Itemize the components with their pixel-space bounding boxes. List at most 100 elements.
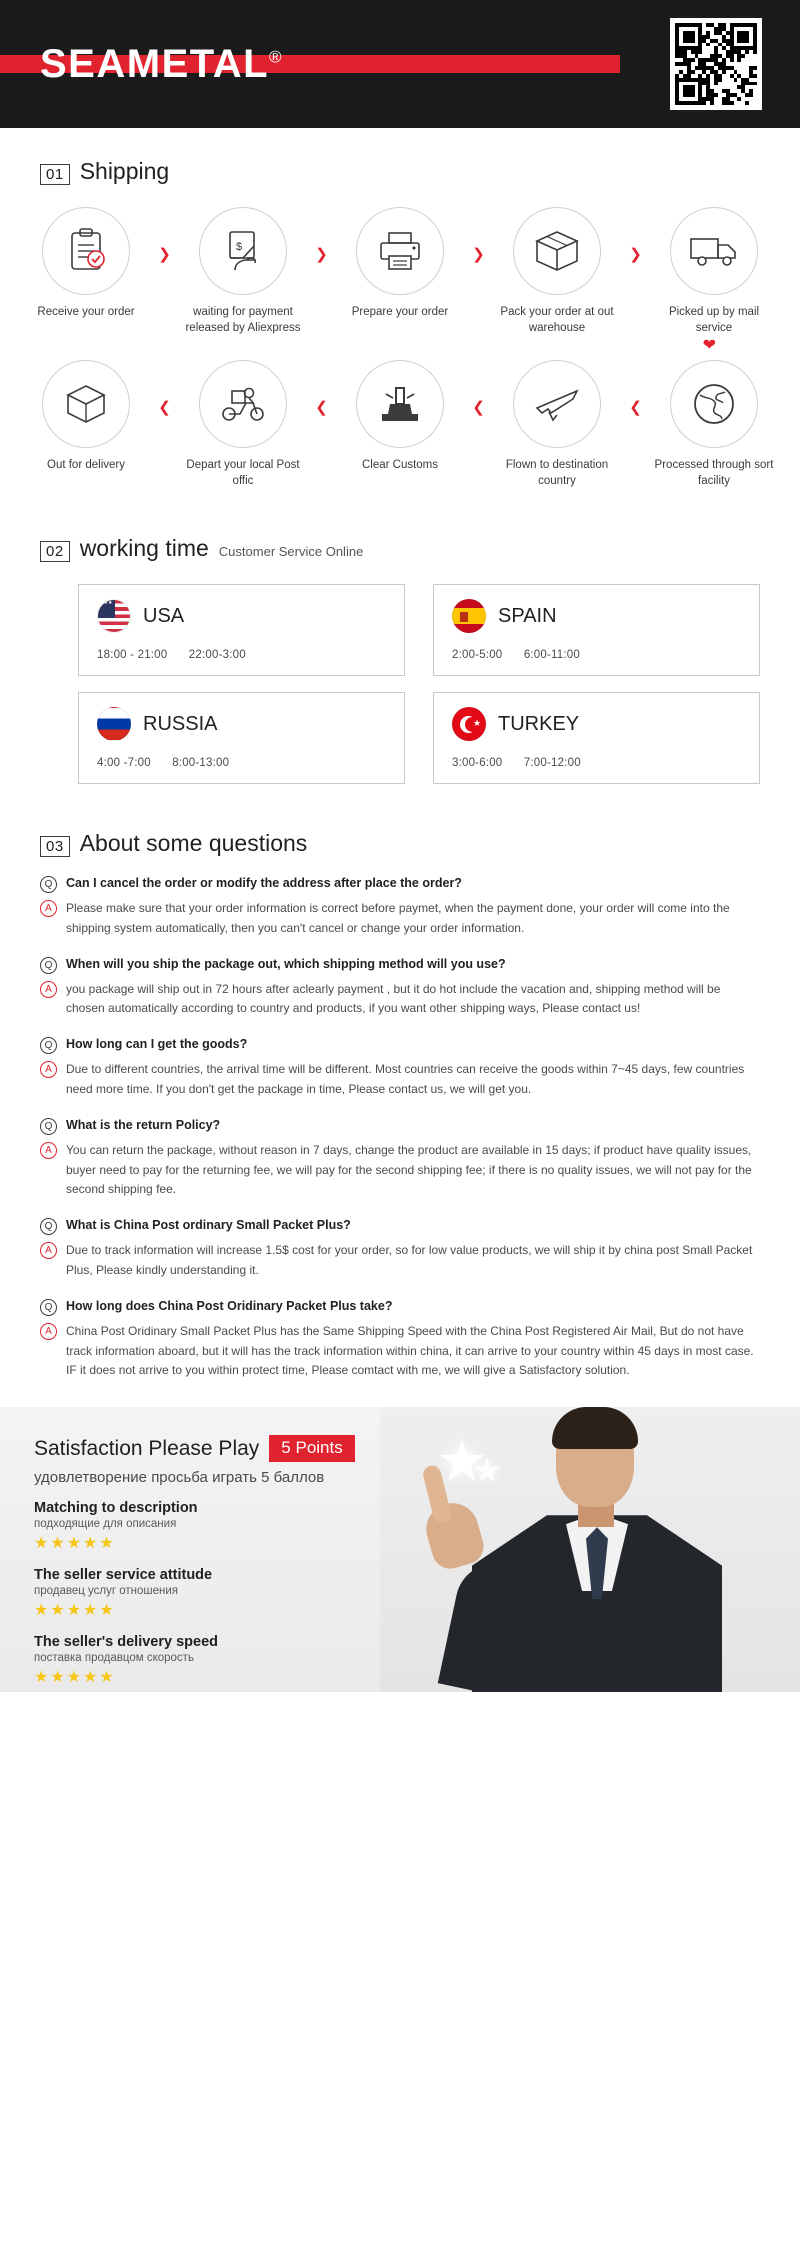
answer-badge: A — [40, 1061, 57, 1079]
star-rating: ★★★★★ — [34, 1602, 116, 1620]
shipping-step-label: Picked up by mail service — [668, 306, 760, 334]
time-slot-1: 2:00-5:00 — [452, 649, 503, 662]
working-time-grid: USA 18:00 - 21:00 22:00-3:00 SPAIN 2:00-… — [0, 562, 800, 785]
star-rating: ★★★★★ — [34, 1669, 116, 1687]
faq-answer-line: A Please make sure that your order infor… — [40, 899, 760, 939]
faq-answer-line: A China Post Oridinary Small Packet Plus… — [40, 1322, 760, 1381]
shipping-step-label: waiting for payment released by Aliexpre… — [185, 306, 301, 334]
shipping-step: Receive your order — [22, 207, 150, 321]
feedback-banner: ★ ★ Satisfaction Please Play 5 Points уд… — [0, 1407, 800, 1693]
feedback-title: Satisfaction Please Play — [34, 1436, 260, 1460]
faq-item: Q How long does China Post Oridinary Pac… — [40, 1298, 760, 1381]
section-number: 03 — [40, 836, 70, 858]
faq-list: Q Can I cancel the order or modify the a… — [0, 857, 800, 1381]
shipping-step-label: Depart your local Post offic — [186, 459, 300, 487]
shipping-step: Picked up by mail service — [650, 207, 778, 336]
flag-turkey-icon: ★ — [452, 707, 486, 742]
time-slot-1: 18:00 - 21:00 — [97, 649, 168, 662]
chevron-right-icon: ❯ — [158, 246, 171, 263]
scooter-delivery-icon — [199, 360, 287, 449]
time-slot-2: 7:00-12:00 — [523, 757, 581, 770]
rating-label-ru: поставка продавцом скорость — [34, 1652, 194, 1665]
faq-question: When will you ship the package out, whic… — [66, 956, 506, 971]
section-number: 02 — [40, 541, 70, 563]
section-number: 01 — [40, 164, 70, 185]
chevron-down-icon: ❤ — [702, 337, 716, 355]
question-badge: Q — [40, 1218, 57, 1236]
faq-answer-line: A Due to track information will increase… — [40, 1241, 760, 1281]
faq-question-line: Q When will you ship the package out, wh… — [40, 956, 760, 974]
faq-question: How long does China Post Oridinary Packe… — [66, 1298, 393, 1313]
faq-answer: Due to different countries, the arrival … — [66, 1062, 745, 1097]
shipping-step: Processed through sort facility — [650, 360, 778, 489]
chevron-left-icon: ❮ — [315, 399, 328, 417]
faq-answer-line: A Due to different countries, the arriva… — [40, 1060, 760, 1100]
time-slot-2: 6:00-11:00 — [523, 649, 580, 662]
chevron-left-icon: ❮ — [629, 399, 642, 417]
shipping-step-label: Out for delivery — [47, 459, 125, 472]
shipping-step: Depart your local Post offic — [179, 360, 307, 489]
faq-answer-line: A You can return the package, without re… — [40, 1141, 760, 1200]
faq-item: Q What is the return Policy? A You can r… — [40, 1117, 760, 1200]
shipping-steps: Receive your order ❯ $ waiting for payme… — [0, 185, 800, 489]
country-name: USA — [143, 604, 185, 627]
section-subtitle: Customer Service Online — [218, 544, 364, 560]
shipping-step: $ waiting for payment released by Aliexp… — [179, 207, 307, 336]
qr-code-pattern — [675, 23, 757, 105]
answer-badge: A — [40, 980, 57, 998]
salesman-photo: ★ ★ — [380, 1407, 800, 1693]
printer-icon — [356, 207, 444, 295]
faq-question-line: Q How long does China Post Oridinary Pac… — [40, 1298, 760, 1316]
chevron-right-icon: ❯ — [629, 246, 642, 263]
answer-badge: A — [40, 900, 57, 918]
time-slot-2: 22:00-3:00 — [188, 649, 246, 662]
faq-question: What is China Post ordinary Small Packet… — [66, 1218, 351, 1233]
shipping-step-label: Receive your order — [37, 306, 135, 318]
country-name: RUSSIA — [143, 712, 218, 735]
chevron-left-icon: ❮ — [158, 399, 171, 417]
faq-item: Q What is China Post ordinary Small Pack… — [40, 1217, 760, 1281]
clipboard-check-icon — [42, 207, 130, 295]
question-badge: Q — [40, 1037, 57, 1055]
faq-question-line: Q What is the return Policy? — [40, 1117, 760, 1135]
rating-label-en: The seller's delivery speed — [34, 1634, 218, 1651]
registered-mark-icon: ® — [269, 47, 284, 67]
flag-spain-icon — [452, 599, 486, 634]
faq-answer: Please make sure that your order informa… — [66, 901, 730, 935]
answer-badge: A — [40, 1141, 57, 1159]
section-name: Shipping — [79, 158, 170, 184]
truck-icon — [670, 207, 758, 295]
shipping-row-1: Receive your order ❯ $ waiting for payme… — [22, 207, 778, 336]
shipping-step: Pack your order at out warehouse — [493, 207, 621, 336]
chevron-right-icon: ❯ — [472, 246, 485, 263]
working-time-card-turkey: ★ TURKEY 3:00-6:00 7:00-12:00 — [433, 692, 760, 785]
points-badge: 5 Points — [269, 1435, 355, 1463]
rating-label-ru: подходящие для описания — [34, 1518, 177, 1531]
faq-answer: Due to track information will increase 1… — [66, 1243, 753, 1278]
faq-answer: You can return the package, without reas… — [66, 1142, 752, 1197]
rating-item: Matching to description подходящие для о… — [34, 1500, 420, 1553]
faq-answer: China Post Oridinary Small Packet Plus h… — [66, 1323, 754, 1378]
card-header: SPAIN — [452, 599, 741, 634]
card-header: RUSSIA — [97, 707, 386, 742]
section-title-faq: 03 About some questions — [40, 784, 800, 858]
globe-icon — [670, 360, 758, 449]
time-slot-1: 3:00-6:00 — [452, 757, 503, 770]
question-badge: Q — [40, 956, 57, 974]
shipping-step: Clear Customs — [336, 360, 464, 474]
airplane-icon — [513, 360, 601, 449]
rating-label-en: Matching to description — [34, 1500, 198, 1517]
shipping-step: Out for delivery — [22, 360, 150, 474]
section-name: About some questions — [79, 830, 308, 857]
working-time-values: 4:00 -7:00 8:00-13:00 — [97, 757, 386, 769]
question-badge: Q — [40, 1117, 57, 1135]
faq-question-line: Q What is China Post ordinary Small Pack… — [40, 1217, 760, 1236]
shipping-step-label: Flown to destination country — [505, 459, 609, 487]
shipping-step-label: Clear Customs — [361, 459, 439, 472]
shipping-step-label: Pack your order at out warehouse — [500, 306, 614, 334]
section-title-shipping: 01 Shipping — [40, 128, 800, 185]
star-rating: ★★★★★ — [34, 1535, 116, 1553]
faq-question: Can I cancel the order or modify the add… — [66, 876, 462, 891]
time-slot-2: 8:00-13:00 — [172, 757, 230, 770]
chevron-right-icon: ❯ — [315, 246, 328, 263]
